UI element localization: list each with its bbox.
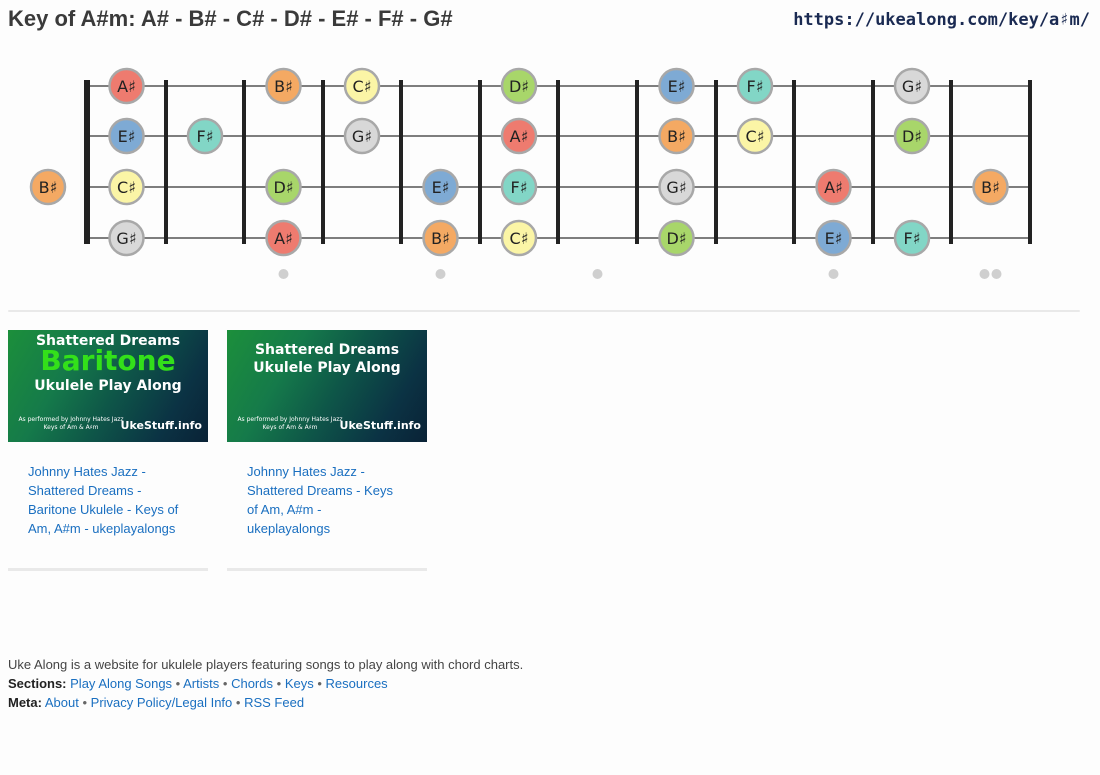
video-thumbnail[interactable]: Shattered Dreams Baritone Ukulele Play A… — [8, 330, 208, 442]
video-card[interactable]: Shattered Dreams Ukulele Play Along As p… — [227, 330, 427, 571]
thumb-brand: UkeStuff.info — [120, 419, 202, 432]
note-label: E♯ — [825, 229, 843, 248]
fret-marker-dot — [828, 269, 839, 279]
footer-meta-label: Meta: — [8, 695, 42, 710]
fret-wire — [1028, 80, 1032, 244]
fret-wire — [714, 80, 718, 244]
fret-wire — [871, 80, 875, 244]
thumb-credit-performer: As performed by Johnny Hates Jazz — [237, 416, 343, 423]
fret-wire — [242, 80, 246, 244]
fret-marker-dot — [278, 269, 289, 279]
footer-separator: • — [317, 676, 322, 691]
fret-marker-dot — [991, 269, 1002, 279]
note-label: C♯ — [746, 127, 765, 146]
note-label: G♯ — [352, 127, 372, 146]
note-label: C♯ — [510, 229, 529, 248]
page-title: Key of A#m: A# - B# - C# - D# - E# - F# … — [8, 6, 453, 31]
thumb-credit-keys: Keys of Am & A♯m — [262, 424, 318, 431]
note-label: G♯ — [116, 229, 136, 248]
footer-link-keys[interactable]: Keys — [285, 676, 314, 691]
fret-wire — [949, 80, 953, 244]
note-label: F♯ — [197, 127, 214, 146]
note-label: E♯ — [118, 127, 136, 146]
fret-wire — [399, 80, 403, 244]
thumb-credit: As performed by Johnny Hates Jazz Keys o… — [16, 416, 126, 432]
fret-wire — [478, 80, 482, 244]
video-title-link[interactable]: Johnny Hates Jazz - Shattered Dreams - B… — [8, 462, 208, 538]
fret-wire — [792, 80, 796, 244]
fret-wire — [635, 80, 639, 244]
fret-wire — [556, 80, 560, 244]
thumb-title-line: Shattered Dreams — [254, 342, 400, 358]
video-title-link[interactable]: Johnny Hates Jazz - Shattered Dreams - K… — [227, 462, 427, 538]
note-label: E♯ — [668, 77, 686, 96]
note-label: D♯ — [509, 77, 529, 96]
note-label: C♯ — [353, 77, 372, 96]
footer-link-privacy[interactable]: Privacy Policy/Legal Info — [91, 695, 233, 710]
note-label: G♯ — [666, 178, 686, 197]
site-footer: Uke Along is a website for ukulele playe… — [8, 655, 523, 712]
thumb-brand: UkeStuff.info — [339, 419, 421, 432]
footer-description: Uke Along is a website for ukulele playe… — [8, 657, 524, 672]
fret-marker-dot — [592, 269, 603, 279]
section-divider — [8, 310, 1080, 312]
note-label: B♯ — [667, 127, 686, 146]
nut — [84, 80, 90, 244]
note-label: B♯ — [39, 178, 58, 197]
footer-link-play-along-songs[interactable]: Play Along Songs — [70, 676, 172, 691]
fretboard-diagram: A♯ B♯ C♯ D♯ E♯ F♯ G♯ E♯ F♯ G♯ A♯ B♯ C♯ D♯ B♯ C♯ D♯ E♯ F♯ G♯… — [29, 67, 1032, 279]
footer-link-about[interactable]: About — [45, 695, 79, 710]
note-label: G♯ — [902, 77, 922, 96]
footer-sections-label: Sections: — [8, 676, 67, 691]
footer-meta: Meta: About • Privacy Policy/Legal Info … — [8, 693, 523, 712]
note-label: B♯ — [274, 77, 293, 96]
fret-marker-dot — [435, 269, 446, 279]
fret-marker-dot — [979, 269, 990, 279]
note-label: D♯ — [666, 229, 686, 248]
note-label: D♯ — [902, 127, 922, 146]
note-label: B♯ — [981, 178, 1000, 197]
note-label: F♯ — [904, 229, 921, 248]
note-label: F♯ — [511, 178, 528, 197]
footer-link-artists[interactable]: Artists — [183, 676, 219, 691]
footer-link-resources[interactable]: Resources — [326, 676, 388, 691]
footer-separator: • — [276, 676, 282, 691]
thumb-subtitle: Ukulele Play Along — [34, 378, 182, 394]
note-label: D♯ — [273, 178, 293, 197]
video-thumbnail[interactable]: Shattered Dreams Ukulele Play Along As p… — [227, 330, 427, 442]
footer-separator: • — [235, 695, 241, 710]
fret-wire — [164, 80, 168, 244]
footer-separator: • — [222, 676, 228, 691]
thumb-credit-performer: As performed by Johnny Hates Jazz — [18, 416, 124, 423]
thumb-credit: As performed by Johnny Hates Jazz Keys o… — [235, 416, 345, 432]
note-label: C♯ — [117, 178, 136, 197]
thumb-subtitle: Ukulele Play Along — [253, 360, 401, 376]
note-label: F♯ — [747, 77, 764, 96]
video-card[interactable]: Shattered Dreams Baritone Ukulele Play A… — [8, 330, 208, 571]
footer-separator: • — [175, 676, 181, 691]
thumb-title-baritone: Baritone — [40, 344, 176, 377]
note-label: E♯ — [432, 178, 450, 197]
footer-separator: • — [82, 695, 88, 710]
note-label: A♯ — [824, 178, 843, 197]
footer-sections: Sections: Play Along Songs • Artists • C… — [8, 674, 523, 693]
note-label: A♯ — [510, 127, 529, 146]
fret-wire — [321, 80, 325, 244]
note-label: A♯ — [274, 229, 293, 248]
page-url: https://ukealong.com/key/a♯m/ — [793, 10, 1090, 30]
note-label: B♯ — [431, 229, 450, 248]
footer-link-rss[interactable]: RSS Feed — [244, 695, 304, 710]
note-label: A♯ — [117, 77, 136, 96]
thumb-credit-keys: Keys of Am & A♯m — [43, 424, 99, 431]
footer-link-chords[interactable]: Chords — [231, 676, 273, 691]
